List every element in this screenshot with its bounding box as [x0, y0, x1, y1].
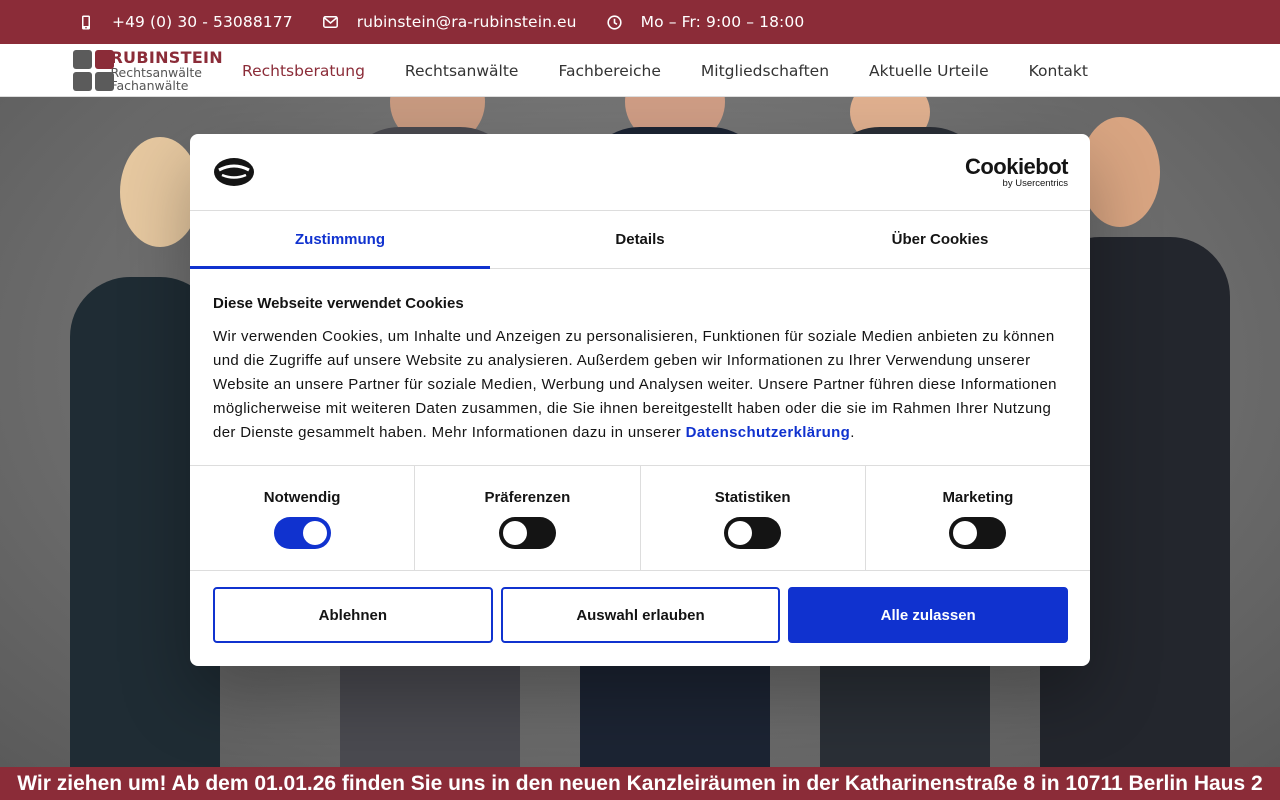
dialog-header: Cookiebot by Usercentrics	[190, 134, 1090, 211]
allow-selection-button[interactable]: Auswahl erlauben	[500, 587, 781, 643]
consent-text: Wir verwenden Cookies, um Inhalte und An…	[213, 325, 1068, 445]
toggle-notwendig[interactable]	[273, 517, 331, 549]
toggle-label-praeferenzen: Präferenzen	[484, 489, 571, 506]
consent-tabs: Zustimmung Details Über Cookies	[190, 211, 1090, 269]
toggle-label-statistiken: Statistiken	[714, 489, 791, 506]
consent-text-end: .	[850, 424, 855, 441]
toggle-label-notwendig: Notwendig	[263, 489, 341, 506]
phone-number: +49 (0) 30 - 53088177	[112, 13, 293, 31]
consent-body: Diese Webseite verwendet Cookies Wir ver…	[190, 269, 1090, 466]
relocation-text: Wir ziehen um! Ab dem 01.01.26 finden Si…	[17, 771, 1263, 795]
toggle-group-marketing: Marketing	[866, 466, 1090, 570]
opening-hours: Mo – Fr: 9:00 – 18:00	[607, 13, 805, 31]
email-address: rubinstein@ra-rubinstein.eu	[356, 13, 577, 31]
consent-buttons: Ablehnen Auswahl erlauben Alle zulassen	[190, 571, 1090, 643]
cookie-consent-dialog: Cookiebot by Usercentrics Zustimmung Det…	[190, 134, 1090, 666]
cookie-icon	[213, 156, 255, 193]
nav-item-aktuelle-urteile[interactable]: Aktuelle Urteile	[869, 62, 989, 80]
tab-details[interactable]: Details	[490, 211, 790, 268]
nav-item-rechtsberatung[interactable]: Rechtsberatung	[242, 62, 365, 80]
toggle-praeferenzen[interactable]	[498, 517, 556, 549]
logo-mark-icon	[73, 50, 114, 92]
allow-all-button[interactable]: Alle zulassen	[788, 587, 1069, 643]
main-navigation: RUBINSTEIN Rechtsanwälte Fachanwälte Rec…	[0, 44, 1280, 97]
logo-line2: Fachanwälte	[110, 78, 189, 93]
nav-menu: Rechtsberatung Rechtsanwälte Fachbereich…	[242, 44, 1128, 97]
toggle-group-statistiken: Statistiken	[641, 466, 866, 570]
envelope-icon	[323, 14, 339, 30]
privacy-policy-link[interactable]: Datenschutzerklärung	[686, 424, 851, 441]
toggle-group-praeferenzen: Präferenzen	[415, 466, 641, 570]
top-info-bar: +49 (0) 30 - 53088177 rubinstein@ra-rubi…	[0, 0, 1280, 44]
cookiebot-brand: Cookiebot	[964, 154, 1069, 179]
consent-category-toggles: Notwendig Präferenzen Statistiken Market…	[190, 466, 1090, 571]
toggle-group-notwendig: Notwendig	[190, 466, 416, 570]
nav-item-mitgliedschaften[interactable]: Mitgliedschaften	[701, 62, 829, 80]
toggle-label-marketing: Marketing	[942, 489, 1014, 506]
nav-item-fachbereiche[interactable]: Fachbereiche	[558, 62, 660, 80]
consent-text-main: Wir verwenden Cookies, um Inhalte und An…	[213, 328, 1057, 441]
mobile-phone-icon	[78, 14, 94, 30]
nav-item-rechtsanwaelte[interactable]: Rechtsanwälte	[405, 62, 519, 80]
tab-ueber-cookies[interactable]: Über Cookies	[790, 211, 1090, 268]
decline-button[interactable]: Ablehnen	[213, 587, 493, 643]
phone-contact[interactable]: +49 (0) 30 - 53088177	[78, 13, 293, 31]
site-logo[interactable]: RUBINSTEIN Rechtsanwälte Fachanwälte	[73, 48, 223, 94]
cookiebot-logo[interactable]: Cookiebot by Usercentrics	[964, 154, 1069, 189]
logo-brand: RUBINSTEIN	[110, 47, 223, 67]
hours-text: Mo – Fr: 9:00 – 18:00	[640, 13, 805, 31]
relocation-banner: Wir ziehen um! Ab dem 01.01.26 finden Si…	[0, 767, 1280, 800]
toggle-marketing[interactable]	[949, 517, 1007, 549]
tab-zustimmung[interactable]: Zustimmung	[190, 211, 490, 269]
toggle-statistiken[interactable]	[724, 517, 782, 549]
nav-item-kontakt[interactable]: Kontakt	[1029, 62, 1088, 80]
consent-title: Diese Webseite verwendet Cookies	[213, 295, 464, 312]
clock-icon	[607, 14, 623, 30]
cookiebot-sub: by Usercentrics	[1002, 178, 1068, 189]
email-contact[interactable]: rubinstein@ra-rubinstein.eu	[323, 13, 577, 31]
